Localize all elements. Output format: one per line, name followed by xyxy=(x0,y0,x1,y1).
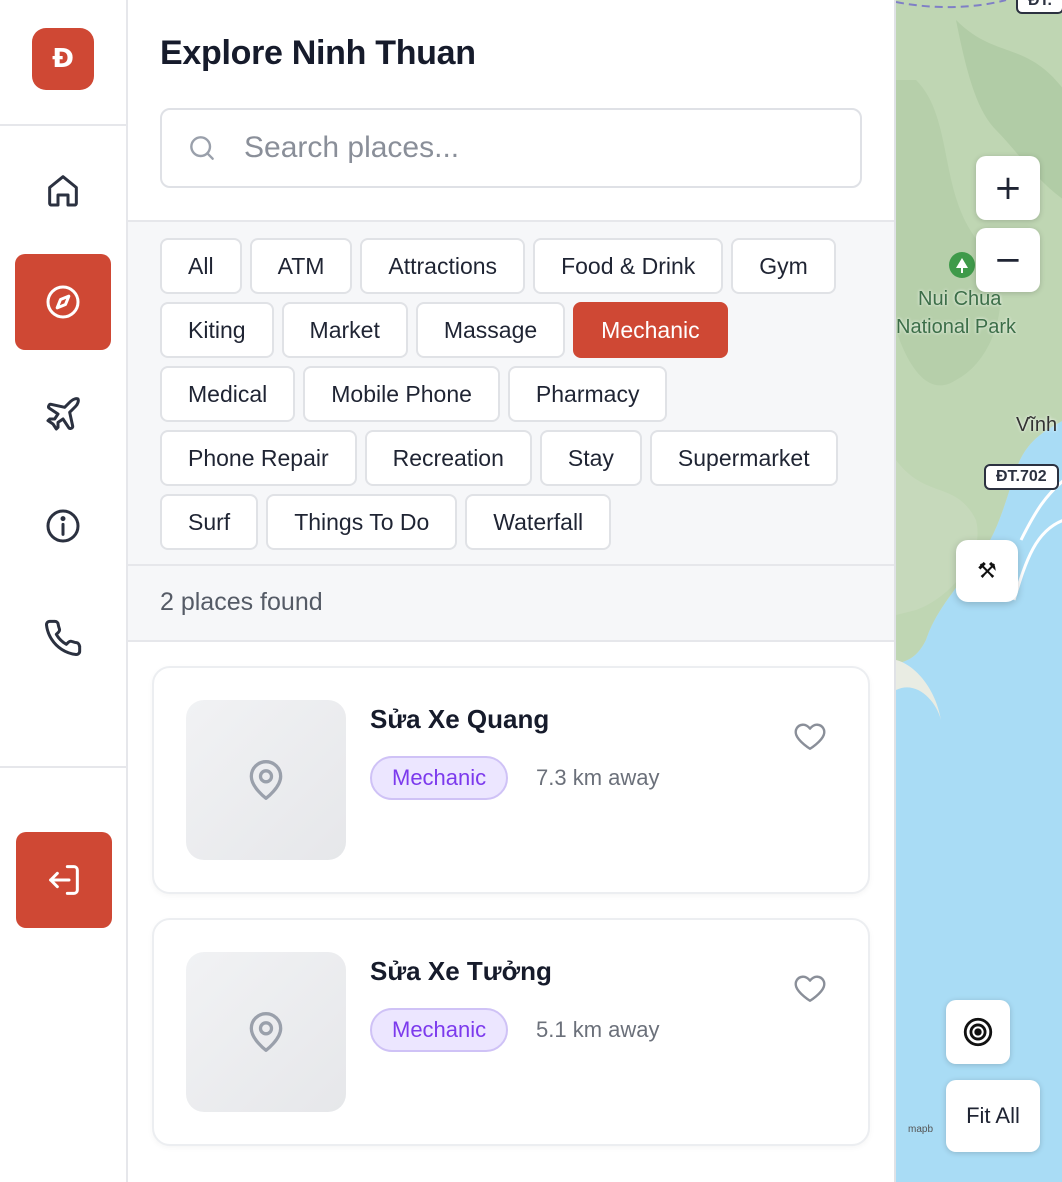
filter-chip-mobile-phone[interactable]: Mobile Phone xyxy=(303,366,500,422)
filter-chip-pharmacy[interactable]: Pharmacy xyxy=(507,366,668,422)
filter-chip-all[interactable]: All xyxy=(160,238,242,294)
results-bar: 2 places found xyxy=(128,566,894,642)
place-thumbnail xyxy=(186,700,346,860)
road-label: ĐT. xyxy=(1016,0,1062,14)
filter-chip-market[interactable]: Market xyxy=(281,302,408,358)
app-logo[interactable]: Đ xyxy=(32,28,94,90)
filter-chip-massage[interactable]: Massage xyxy=(415,302,566,358)
place-name: Sửa Xe Tưởng xyxy=(370,956,552,986)
filter-chip-recreation[interactable]: Recreation xyxy=(364,430,532,486)
rail-divider xyxy=(0,766,126,768)
park-label: Nui Chua xyxy=(918,288,1002,310)
place-thumbnail xyxy=(186,952,346,1112)
nav-flights-button[interactable] xyxy=(15,366,111,462)
target-icon xyxy=(963,1017,993,1047)
search-input[interactable] xyxy=(244,131,804,165)
place-distance: 5.1 km away xyxy=(536,1017,660,1042)
place-name: Sửa Xe Quang xyxy=(370,704,550,734)
filter-chip-atm[interactable]: ATM xyxy=(249,238,353,294)
nav-home-button[interactable] xyxy=(15,142,111,238)
place-card[interactable]: Sửa Xe Quang Mechanic 7.3 km away xyxy=(152,666,870,894)
app-root: Đ Explore Ninh Thuan AllATMAttracti xyxy=(0,0,1062,1182)
filter-chip-supermarket[interactable]: Supermarket xyxy=(649,430,838,486)
favorite-heart-icon[interactable] xyxy=(792,970,828,1006)
place-distance: 7.3 km away xyxy=(536,765,660,790)
zoom-in-button[interactable]: + xyxy=(976,156,1040,220)
filter-chip-waterfall[interactable]: Waterfall xyxy=(465,494,612,550)
filter-chip-food-drink[interactable]: Food & Drink xyxy=(533,238,724,294)
filter-chip-stay[interactable]: Stay xyxy=(539,430,642,486)
filter-chip-things-to-do[interactable]: Things To Do xyxy=(266,494,458,550)
explore-panel: Explore Ninh Thuan AllATMAttractionsFood… xyxy=(128,0,894,1182)
park-label: National Park xyxy=(896,316,1017,338)
plane-icon xyxy=(46,397,80,431)
category-badge: Mechanic xyxy=(370,756,509,800)
search-box[interactable] xyxy=(160,108,862,188)
page-title: Explore Ninh Thuan xyxy=(160,34,476,72)
category-badge: Mechanic xyxy=(370,1008,509,1052)
nav-explore-button[interactable] xyxy=(15,254,111,350)
zoom-out-button[interactable]: − xyxy=(976,228,1040,292)
nav-contact-button[interactable] xyxy=(15,590,111,686)
town-label: Vĩnh xyxy=(1016,414,1058,436)
map-pin-icon xyxy=(249,760,283,800)
tools-icon: ⚒ xyxy=(977,558,997,584)
mechanic-map-marker[interactable]: ⚒ xyxy=(956,540,1018,602)
rail-divider xyxy=(0,124,126,126)
locate-me-button[interactable] xyxy=(946,1000,1010,1064)
logout-button[interactable] xyxy=(16,832,112,928)
search-icon xyxy=(190,136,214,160)
filter-chip-list: All ATM Attractions Food & Drink Gym Kiting Ma… xyxy=(160,238,870,550)
category-filters: All ATM Attractions Food & Drink Gym Kiting Ma… xyxy=(128,220,894,566)
filter-chip-gym[interactable]: Gym xyxy=(731,238,836,294)
home-icon xyxy=(48,175,78,207)
phone-icon xyxy=(45,619,82,656)
place-card[interactable]: Sửa Xe Tưởng Mechanic 5.1 km away xyxy=(152,918,870,1146)
nav-info-button[interactable] xyxy=(15,478,111,574)
logo-letter: Đ xyxy=(52,44,74,74)
nav-rail: Đ xyxy=(0,0,128,1182)
map-view[interactable]: ĐT. + − Nui Chua National Park Vĩnh ĐT.7… xyxy=(894,0,1062,1182)
results-count: 2 places found xyxy=(160,588,323,616)
favorite-heart-icon[interactable] xyxy=(792,718,828,754)
fit-all-button[interactable]: Fit All xyxy=(946,1080,1040,1152)
mapbox-attribution[interactable]: mapb xyxy=(908,1124,933,1135)
info-icon xyxy=(46,509,80,543)
filter-chip-attractions[interactable]: Attractions xyxy=(360,238,526,294)
road-label: ĐT.702 xyxy=(984,464,1059,490)
compass-icon xyxy=(46,285,80,319)
logout-icon xyxy=(49,865,79,895)
filter-chip-surf[interactable]: Surf xyxy=(160,494,259,550)
filter-chip-mechanic[interactable]: Mechanic xyxy=(573,302,728,358)
filter-chip-medical[interactable]: Medical xyxy=(160,366,296,422)
filter-chip-kiting[interactable]: Kiting xyxy=(160,302,274,358)
filter-chip-phone-repair[interactable]: Phone Repair xyxy=(160,430,357,486)
map-pin-icon xyxy=(249,1012,283,1052)
